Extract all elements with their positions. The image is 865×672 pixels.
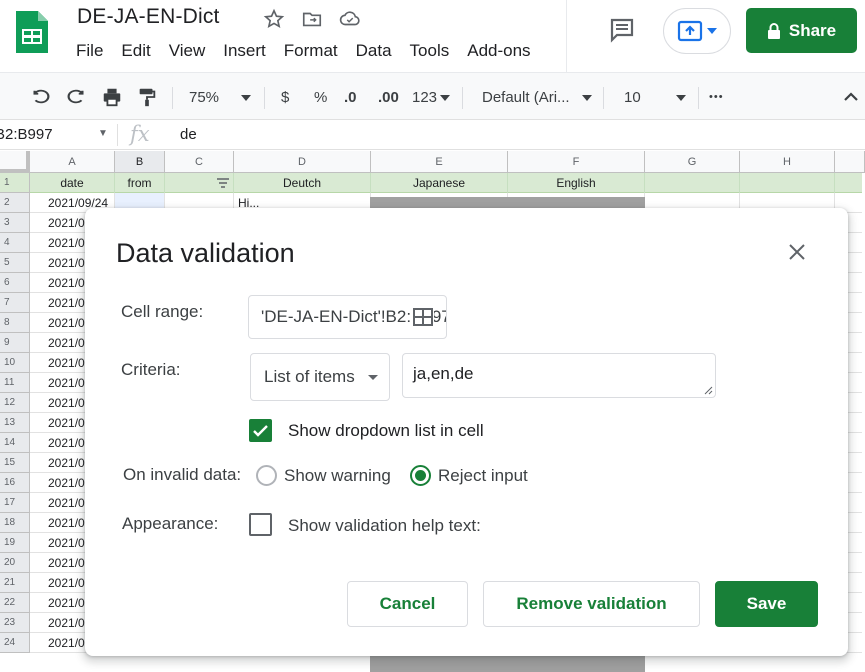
help-text-checkbox[interactable] xyxy=(249,513,272,536)
show-dropdown-checkbox[interactable] xyxy=(249,419,272,442)
save-button[interactable]: Save xyxy=(715,581,818,627)
data-validation-dialog: Data validation Cell range: 'DE-JA-EN-Di… xyxy=(85,208,848,656)
criteria-label: Criteria: xyxy=(121,360,181,379)
select-range-icon[interactable] xyxy=(412,306,434,328)
reject-input-label[interactable]: Reject input xyxy=(438,466,528,486)
show-warning-radio[interactable] xyxy=(256,465,277,486)
invalid-data-label: On invalid data: xyxy=(123,465,242,484)
close-icon[interactable] xyxy=(785,240,809,264)
resize-grip-icon[interactable] xyxy=(704,386,713,395)
criteria-type-select[interactable]: List of items xyxy=(250,353,390,401)
help-text-label[interactable]: Show validation help text: xyxy=(288,516,481,536)
show-dropdown-label[interactable]: Show dropdown list in cell xyxy=(288,421,484,441)
reject-input-radio[interactable] xyxy=(410,465,431,486)
cancel-button[interactable]: Cancel xyxy=(347,581,468,627)
list-items-field[interactable]: ja,en,de xyxy=(402,353,716,398)
dialog-title: Data validation xyxy=(116,238,295,268)
checkmark-icon xyxy=(253,425,268,437)
criteria-caret-icon xyxy=(368,375,378,380)
dialog-overlay: Data validation Cell range: 'DE-JA-EN-Di… xyxy=(0,0,865,672)
show-warning-label[interactable]: Show warning xyxy=(284,466,391,486)
appearance-label: Appearance: xyxy=(122,514,219,533)
remove-validation-button[interactable]: Remove validation xyxy=(483,581,700,627)
cell-range-label: Cell range: xyxy=(121,302,204,321)
